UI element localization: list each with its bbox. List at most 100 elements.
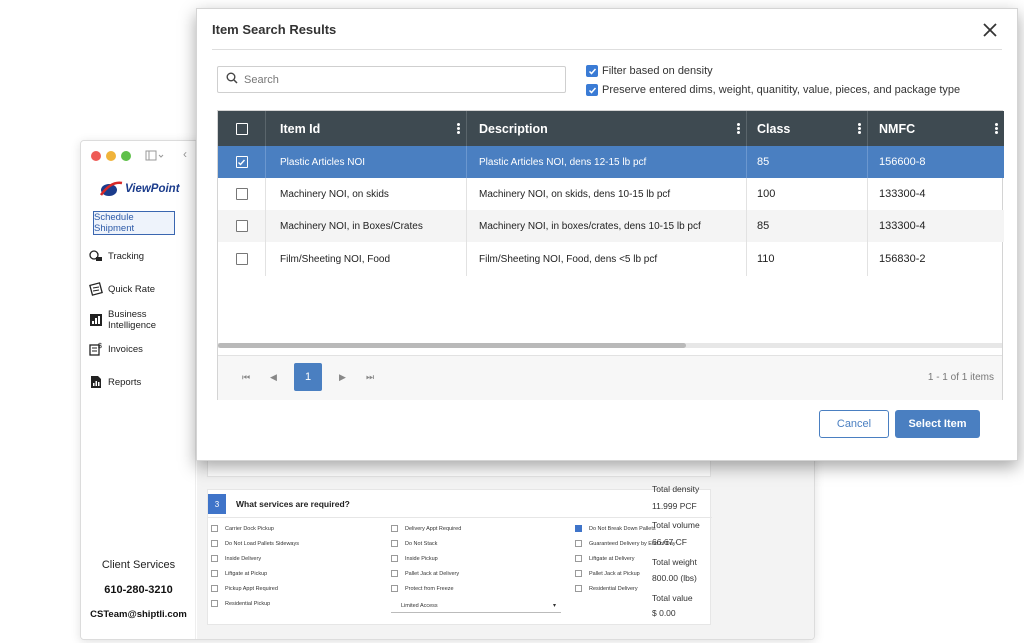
service-checkbox-do-not-stack[interactable]: Do Not Stack	[391, 540, 437, 547]
total-volume-value: 66.67 CF	[652, 537, 687, 547]
table-row[interactable]: Machinery NOI, on skids Machinery NOI, o…	[218, 178, 1004, 210]
cell-nmfc: 133300-4	[879, 220, 926, 232]
preserve-entered-checkbox[interactable]: Preserve entered dims, weight, quanitity…	[586, 84, 960, 96]
cell-nmfc: 133300-4	[879, 188, 926, 200]
select-item-button[interactable]: Select Item	[895, 410, 980, 438]
service-checkbox-pallet-jack-at-pickup[interactable]: Pallet Jack at Pickup	[575, 570, 640, 577]
service-checkbox-do-not-break-down-pallets[interactable]: Do Not Break Down Pallets	[575, 525, 656, 532]
access-type-select[interactable]: Limited Access ▾	[391, 599, 561, 613]
table-row[interactable]: Film/Sheeting NOI, Food Film/Sheeting NO…	[218, 242, 1004, 276]
checkbox-checked-icon	[235, 156, 248, 168]
service-checkbox-liftgate-at-delivery[interactable]: Liftgate at Delivery	[575, 555, 635, 562]
minimize-window-dot[interactable]	[106, 151, 116, 161]
filter-density-label: Filter based on density	[602, 65, 713, 77]
column-menu-icon[interactable]	[858, 123, 861, 134]
sidebar-item-label: Quick Rate	[108, 283, 155, 295]
sidebar-item-invoices[interactable]: $ Invoices	[89, 342, 143, 356]
next-page-icon[interactable]: ▶	[339, 372, 346, 383]
row-checkbox[interactable]	[218, 242, 266, 276]
sidebar-item-reports[interactable]: Reports	[89, 375, 141, 389]
filter-density-checkbox[interactable]: Filter based on density	[586, 65, 713, 77]
pagination-bar: ⏮ ◀ 1 ▶ ⏭ 1 - 1 of 1 items	[218, 355, 1002, 400]
services-question: What services are required?	[236, 499, 350, 509]
search-icon	[226, 71, 238, 89]
total-weight-label: Total weight	[652, 557, 697, 567]
service-checkbox-pickup-appt-required[interactable]: Pickup Appt Required	[211, 585, 278, 592]
cell-item-id: Machinery NOI, on skids	[266, 178, 467, 210]
prev-page-icon[interactable]: ◀	[270, 372, 277, 383]
service-checkbox-delivery-appt-required[interactable]: Delivery Appt Required	[391, 525, 461, 532]
cell-description: Machinery NOI, on skids, dens 10-15 lb p…	[467, 178, 747, 210]
maximize-window-dot[interactable]	[121, 151, 131, 161]
service-checkbox-inside-delivery[interactable]: Inside Delivery	[211, 555, 261, 562]
tracking-icon	[89, 249, 103, 263]
service-checkbox-residential-pickup[interactable]: Residential Pickup	[211, 600, 270, 607]
cell-nmfc: 156830-2	[879, 253, 926, 265]
row-checkbox[interactable]	[218, 178, 266, 210]
search-input[interactable]	[244, 73, 544, 86]
checkbox-icon	[235, 253, 248, 265]
client-services-email[interactable]: CSTeam@shiptli.com	[81, 609, 196, 620]
row-checkbox[interactable]	[218, 146, 266, 178]
column-menu-icon[interactable]	[995, 123, 998, 134]
horizontal-scrollbar[interactable]	[218, 343, 1002, 348]
search-field[interactable]	[217, 66, 566, 93]
table-row[interactable]: Machinery NOI, in Boxes/Crates Machinery…	[218, 210, 1004, 242]
sidebar-toggle-icon[interactable]	[145, 149, 165, 167]
service-checkbox-carrier-dock-pickup[interactable]: Carrier Dock Pickup	[211, 525, 274, 532]
sidebar-item-quick-rate[interactable]: Quick Rate	[89, 282, 155, 296]
column-header-class[interactable]: Class	[747, 111, 868, 146]
divider	[212, 49, 1002, 50]
cell-item-id: Machinery NOI, in Boxes/Crates	[266, 210, 467, 242]
table-row[interactable]: Plastic Articles NOI Plastic Articles NO…	[218, 146, 1004, 178]
pagination-info: 1 - 1 of 1 items	[927, 372, 994, 383]
column-header-item-id[interactable]: Item Id	[266, 111, 467, 146]
scrollbar-thumb[interactable]	[218, 343, 686, 348]
reports-icon	[89, 375, 103, 389]
cell-class: 85	[747, 146, 868, 178]
schedule-shipment-button[interactable]: Schedule Shipment	[93, 211, 175, 235]
client-services-phone: 610-280-3210	[104, 584, 173, 596]
quick-rate-icon	[89, 282, 103, 296]
sidebar-item-business-intelligence[interactable]: Business Intelligence	[89, 309, 195, 331]
client-services-title: Client Services	[101, 559, 176, 571]
first-page-icon[interactable]: ⏮	[242, 372, 250, 383]
results-grid: Item Id Description Class NMFC Plastic A…	[217, 110, 1004, 400]
column-menu-icon[interactable]	[737, 123, 740, 134]
total-density-value: 11.999 PCF	[652, 501, 697, 511]
row-checkbox[interactable]	[218, 210, 266, 242]
cell-item-id: Plastic Articles NOI	[266, 146, 467, 178]
column-header-description[interactable]: Description	[467, 111, 747, 146]
cell-nmfc: 156600-8	[879, 156, 926, 168]
sidebar-item-label: Invoices	[108, 343, 143, 355]
service-checkbox-liftgate-at-pickup[interactable]: Liftgate at Pickup	[211, 570, 267, 577]
select-all-checkbox[interactable]	[218, 111, 266, 146]
sidebar-item-label: Tracking	[108, 250, 145, 262]
service-checkbox-do-not-load-pallets-sideways[interactable]: Do Not Load Pallets Sideways	[211, 540, 299, 547]
total-density-label: Total density	[652, 484, 700, 494]
svg-text:$: $	[98, 343, 102, 350]
service-checkbox-protect-from-freeze[interactable]: Protect from Freeze	[391, 585, 454, 592]
service-checkbox-pallet-jack-at-delivery[interactable]: Pallet Jack at Delivery	[391, 570, 459, 577]
column-header-nmfc[interactable]: NMFC	[868, 111, 1004, 146]
close-window-dot[interactable]	[91, 151, 101, 161]
total-value-label: Total value	[652, 593, 693, 603]
cell-description: Machinery NOI, in boxes/crates, dens 10-…	[467, 210, 747, 242]
divider	[208, 517, 712, 518]
back-chevron-icon[interactable]: ‹	[183, 147, 187, 161]
cancel-button[interactable]: Cancel	[819, 410, 889, 438]
viewpoint-logo: ViewPoint	[99, 179, 180, 199]
service-checkbox-residential-delivery[interactable]: Residential Delivery	[575, 585, 638, 592]
close-icon[interactable]	[981, 21, 999, 39]
dropdown-arrow-icon: ▾	[552, 603, 556, 609]
column-menu-icon[interactable]	[457, 123, 460, 134]
service-checkbox-inside-pickup[interactable]: Inside Pickup	[391, 555, 438, 562]
checkbox-icon	[235, 220, 248, 232]
cell-class: 85	[747, 210, 868, 242]
cell-class: 100	[747, 178, 868, 210]
cell-item-id: Film/Sheeting NOI, Food	[266, 242, 467, 276]
page-button-current[interactable]: 1	[294, 363, 322, 391]
checkbox-checked-icon	[586, 84, 598, 96]
last-page-icon[interactable]: ⏭	[366, 372, 374, 383]
sidebar-item-tracking[interactable]: Tracking	[89, 249, 144, 263]
